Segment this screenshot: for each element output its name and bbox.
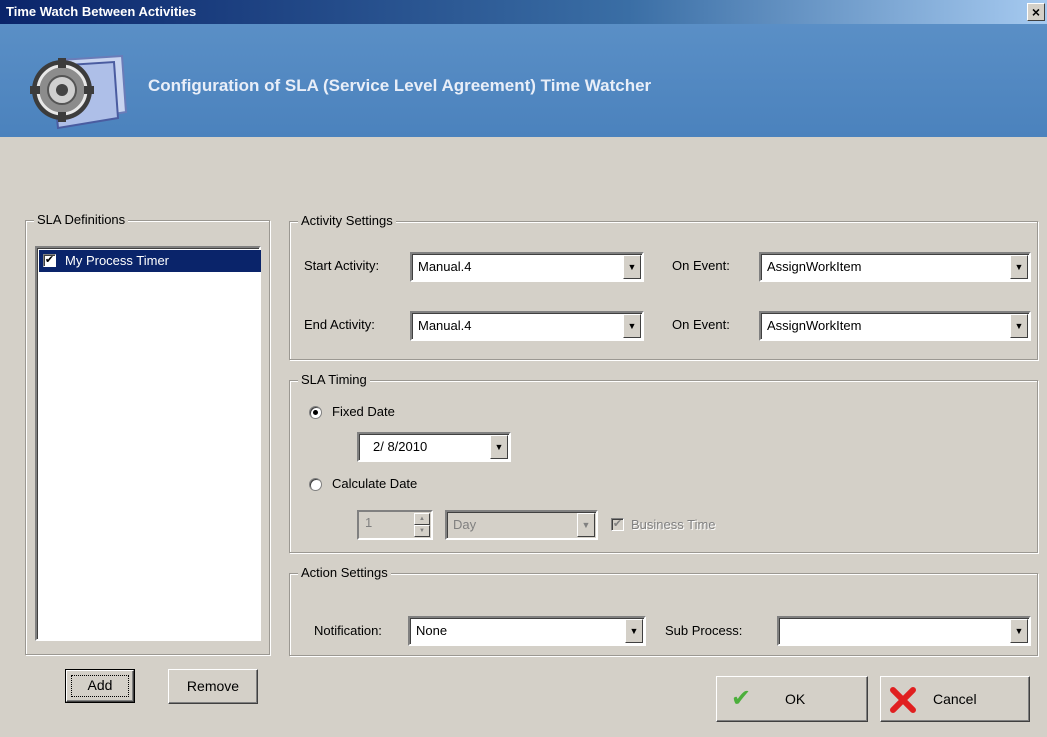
radio-selected-dot (313, 410, 318, 415)
cancel-button[interactable]: Cancel (880, 676, 1030, 722)
ok-button-label: OK (785, 691, 806, 707)
ok-check-icon: ✔ (731, 685, 752, 712)
spin-down-icon[interactable]: ▼ (414, 525, 430, 537)
fixed-date-value: 2/ 8/2010 (373, 439, 428, 454)
business-time-label: Business Time (631, 517, 716, 532)
chevron-down-icon[interactable]: ▼ (1010, 255, 1028, 279)
add-button[interactable]: Add (65, 669, 135, 703)
sub-process-select[interactable]: ▼ (777, 616, 1031, 646)
cancel-x-icon (890, 687, 916, 713)
spinner-buttons: ▲ ▼ (414, 513, 430, 537)
end-activity-value: Manual.4 (418, 318, 472, 333)
notification-select[interactable]: None ▼ (408, 616, 646, 646)
fixed-date-radio[interactable] (309, 406, 322, 419)
action-settings-label: Action Settings (298, 565, 391, 580)
time-unit-value: Day (453, 517, 477, 532)
start-on-event-label: On Event: (672, 258, 730, 273)
sla-definitions-list[interactable]: ✔ My Process Timer (35, 246, 261, 641)
sub-process-label: Sub Process: (665, 623, 743, 638)
cancel-button-label: Cancel (933, 691, 977, 707)
fixed-date-label[interactable]: Fixed Date (332, 404, 395, 419)
list-item[interactable]: ✔ My Process Timer (39, 250, 261, 272)
chevron-down-icon[interactable]: ▼ (623, 255, 641, 279)
sla-timing-group: SLA Timing Fixed Date 2/ 8/2010 ▼ Calcul… (289, 372, 1038, 553)
activity-settings-group: Activity Settings Start Activity: Manual… (289, 213, 1038, 360)
close-icon: × (1031, 4, 1041, 20)
business-time-checkbox[interactable]: ✔ (611, 518, 624, 531)
time-unit-select[interactable]: Day ▼ (445, 510, 598, 540)
remove-button-label: Remove (186, 678, 240, 694)
chevron-down-icon[interactable]: ▼ (490, 435, 508, 459)
amount-spinner[interactable]: 1 ▲ ▼ (357, 510, 433, 540)
calculate-date-radio[interactable] (309, 478, 322, 491)
sla-item-checkbox[interactable]: ✔ (43, 254, 56, 267)
header-banner: Configuration of SLA (Service Level Agre… (0, 24, 1047, 137)
end-activity-select[interactable]: Manual.4 ▼ (410, 311, 644, 341)
sla-definitions-label: SLA Definitions (34, 212, 129, 227)
ok-button[interactable]: ✔ OK (716, 676, 868, 722)
notification-label: Notification: (314, 623, 382, 638)
chevron-down-icon[interactable]: ▼ (577, 513, 595, 537)
gear-document-icon (30, 54, 128, 130)
amount-value: 1 (365, 515, 373, 530)
sla-item-label: My Process Timer (65, 253, 170, 268)
banner-title: Configuration of SLA (Service Level Agre… (148, 76, 652, 95)
sla-timing-label: SLA Timing (298, 372, 370, 387)
start-activity-value: Manual.4 (418, 259, 472, 274)
end-on-event-select[interactable]: AssignWorkItem ▼ (759, 311, 1031, 341)
chevron-down-icon[interactable]: ▼ (625, 619, 643, 643)
fixed-date-picker[interactable]: 2/ 8/2010 ▼ (357, 432, 511, 462)
focus-rect (71, 675, 129, 697)
start-activity-select[interactable]: Manual.4 ▼ (410, 252, 644, 282)
activity-settings-label: Activity Settings (298, 213, 396, 228)
check-icon: ✔ (44, 254, 55, 266)
end-on-event-label: On Event: (672, 317, 730, 332)
spin-up-icon[interactable]: ▲ (414, 513, 430, 525)
close-button[interactable]: × (1027, 3, 1045, 21)
end-activity-label: End Activity: (304, 317, 375, 332)
remove-button[interactable]: Remove (168, 669, 258, 704)
start-activity-label: Start Activity: (304, 258, 380, 273)
start-on-event-value: AssignWorkItem (767, 259, 862, 274)
action-settings-group: Action Settings Notification: None ▼ Sub… (289, 565, 1038, 656)
calculate-date-label[interactable]: Calculate Date (332, 476, 417, 491)
check-icon: ✔ (612, 518, 623, 530)
chevron-down-icon[interactable]: ▼ (623, 314, 641, 338)
end-on-event-value: AssignWorkItem (767, 318, 862, 333)
window-title: Time Watch Between Activities (6, 4, 197, 19)
dialog-window: Time Watch Between Activities × Configur… (0, 0, 1047, 737)
chevron-down-icon[interactable]: ▼ (1010, 619, 1028, 643)
start-on-event-select[interactable]: AssignWorkItem ▼ (759, 252, 1031, 282)
sla-definitions-group: SLA Definitions ✔ My Process Timer (25, 212, 270, 655)
notification-value: None (416, 623, 448, 638)
title-bar[interactable]: Time Watch Between Activities × (0, 0, 1047, 24)
chevron-down-icon[interactable]: ▼ (1010, 314, 1028, 338)
